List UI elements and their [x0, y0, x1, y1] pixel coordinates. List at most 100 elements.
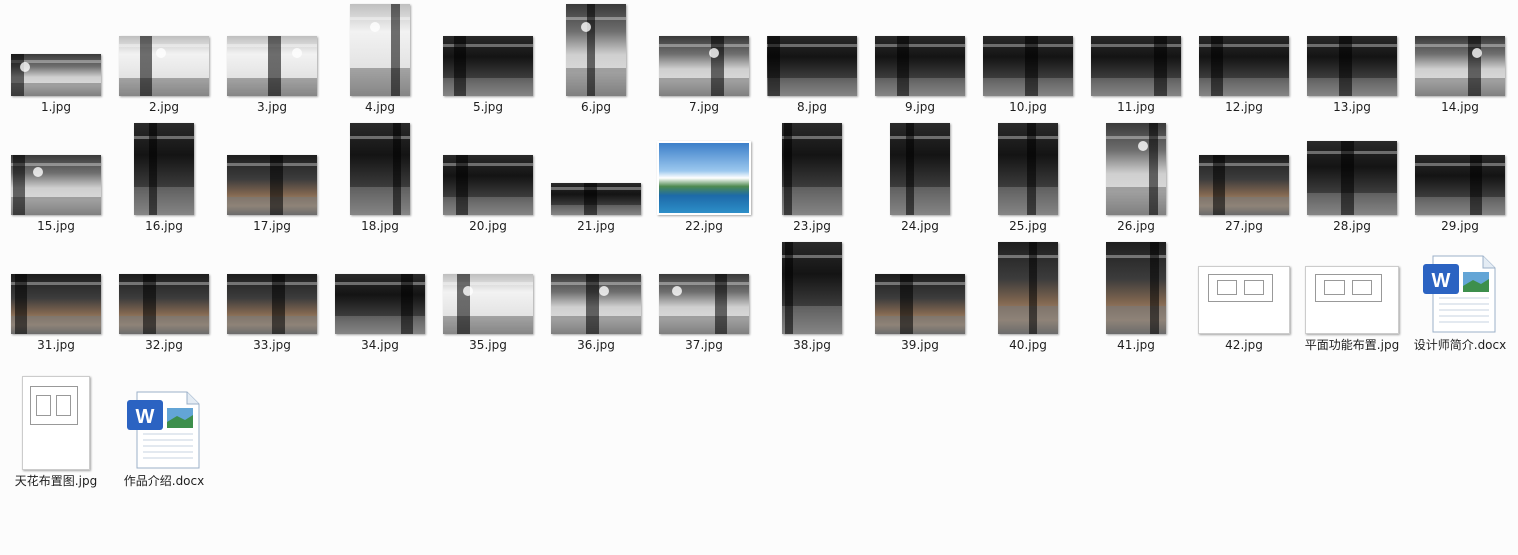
thumbnail-box: [1086, 242, 1186, 334]
wall-shade: [455, 155, 469, 215]
file-item-jpg[interactable]: 23.jpg: [762, 123, 862, 234]
file-item-jpg[interactable]: 39.jpg: [870, 242, 970, 353]
floor-shade: [1415, 78, 1505, 96]
file-name-label: 21.jpg: [577, 219, 615, 233]
file-item-jpg[interactable]: 13.jpg: [1302, 4, 1402, 115]
file-item-jpg[interactable]: 3.jpg: [222, 4, 322, 115]
file-item-jpg[interactable]: 31.jpg: [6, 242, 106, 353]
file-name-label: 24.jpg: [901, 219, 939, 233]
file-item-jpg[interactable]: 15.jpg: [6, 123, 106, 234]
file-item-jpg[interactable]: 5.jpg: [438, 4, 538, 115]
file-item-jpg[interactable]: 33.jpg: [222, 242, 322, 353]
plan-line: [36, 395, 52, 416]
file-name-label: 天花布置图.jpg: [14, 474, 98, 488]
file-item-jpg[interactable]: 12.jpg: [1194, 4, 1294, 115]
file-name-label: 12.jpg: [1225, 100, 1263, 114]
file-item-jpg[interactable]: 36.jpg: [546, 242, 646, 353]
floor-shade: [659, 316, 749, 334]
file-item-jpg[interactable]: 20.jpg: [438, 123, 538, 234]
file-name-label: 9.jpg: [904, 100, 936, 114]
light-spot: [598, 286, 609, 296]
wall-shade: [586, 274, 599, 334]
floor-shade: [659, 78, 749, 96]
file-item-jpg[interactable]: 41.jpg: [1086, 242, 1186, 353]
file-item-jpg[interactable]: 9.jpg: [870, 4, 970, 115]
floor-shade: [1307, 78, 1397, 96]
image-thumbnail: [1199, 36, 1289, 96]
file-item-jpg[interactable]: 37.jpg: [654, 242, 754, 353]
thumbnail-box: [1086, 4, 1186, 96]
image-thumbnail: [1106, 123, 1166, 215]
file-name-label: 17.jpg: [253, 219, 291, 233]
light-spot: [369, 22, 380, 33]
file-item-jpg[interactable]: 天花布置图.jpg: [6, 376, 106, 489]
file-item-jpg[interactable]: 38.jpg: [762, 242, 862, 353]
plan-line: [56, 395, 72, 416]
file-item-docx[interactable]: W 设计师简介.docx: [1410, 242, 1510, 353]
file-name-label: 6.jpg: [580, 100, 612, 114]
wall-shade: [457, 274, 470, 334]
file-item-jpg[interactable]: 27.jpg: [1194, 123, 1294, 234]
file-item-jpg[interactable]: 7.jpg: [654, 4, 754, 115]
thumbnail-box: [870, 242, 970, 334]
file-name-label: 22.jpg: [685, 219, 723, 233]
file-item-jpg[interactable]: 35.jpg: [438, 242, 538, 353]
thumbnail-box: [1302, 242, 1402, 334]
image-thumbnail: [659, 36, 749, 96]
thumbnail-box: [978, 242, 1078, 334]
image-thumbnail: [443, 36, 533, 96]
file-item-jpg[interactable]: 1.jpg: [6, 4, 106, 115]
file-item-jpg[interactable]: 29.jpg: [1410, 123, 1510, 234]
image-thumbnail: [659, 274, 749, 334]
file-name-label: 26.jpg: [1117, 219, 1155, 233]
file-name-label: 23.jpg: [793, 219, 831, 233]
file-item-jpg[interactable]: 18.jpg: [330, 123, 430, 234]
thumbnail-box: [6, 123, 106, 215]
thumbnail-box: [438, 4, 538, 96]
file-name-label: 34.jpg: [361, 338, 399, 352]
wall-shade: [783, 123, 793, 215]
file-item-jpg[interactable]: 平面功能布置.jpg: [1302, 242, 1402, 353]
wall-shade: [139, 36, 153, 96]
file-name-label: 35.jpg: [469, 338, 507, 352]
ceiling-stripe: [659, 44, 749, 48]
file-item-docx[interactable]: W 作品介绍.docx: [114, 378, 214, 489]
file-item-jpg[interactable]: 4.jpg: [330, 4, 430, 115]
file-item-jpg[interactable]: 21.jpg: [546, 123, 646, 234]
file-item-jpg[interactable]: 8.jpg: [762, 4, 862, 115]
file-item-jpg[interactable]: 40.jpg: [978, 242, 1078, 353]
thumbnail-box: [870, 123, 970, 215]
file-name-label: 36.jpg: [577, 338, 615, 352]
file-item-jpg[interactable]: 22.jpg: [654, 123, 754, 234]
wall-shade: [391, 4, 400, 96]
thumbnail-box: [330, 4, 430, 96]
file-item-jpg[interactable]: 17.jpg: [222, 123, 322, 234]
plan-line: [1352, 280, 1373, 296]
ceiling-stripe: [566, 16, 626, 20]
file-item-jpg[interactable]: 2.jpg: [114, 4, 214, 115]
file-item-jpg[interactable]: 16.jpg: [114, 123, 214, 234]
image-thumbnail: [1091, 36, 1181, 96]
wall-shade: [1468, 36, 1481, 96]
file-item-jpg[interactable]: 25.jpg: [978, 123, 1078, 234]
file-item-jpg[interactable]: 10.jpg: [978, 4, 1078, 115]
file-name-label: 28.jpg: [1333, 219, 1371, 233]
file-item-jpg[interactable]: 26.jpg: [1086, 123, 1186, 234]
ceiling-stripe: [890, 135, 950, 139]
file-item-jpg[interactable]: 32.jpg: [114, 242, 214, 353]
file-item-jpg[interactable]: 11.jpg: [1086, 4, 1186, 115]
file-name-label: 20.jpg: [469, 219, 507, 233]
floor-shade: [350, 68, 410, 96]
file-item-jpg[interactable]: 42.jpg: [1194, 242, 1294, 353]
file-item-jpg[interactable]: 28.jpg: [1302, 123, 1402, 234]
file-item-jpg[interactable]: 14.jpg: [1410, 4, 1510, 115]
thumbnail-box: [6, 376, 106, 470]
wall-shade: [711, 36, 724, 96]
file-item-jpg[interactable]: 34.jpg: [330, 242, 430, 353]
thumbnail-box: [1194, 242, 1294, 334]
file-name-label: 8.jpg: [796, 100, 828, 114]
thumbnail-box: [1086, 123, 1186, 215]
file-item-jpg[interactable]: 6.jpg: [546, 4, 646, 115]
thumbnail-box: W: [1410, 242, 1510, 334]
file-item-jpg[interactable]: 24.jpg: [870, 123, 970, 234]
